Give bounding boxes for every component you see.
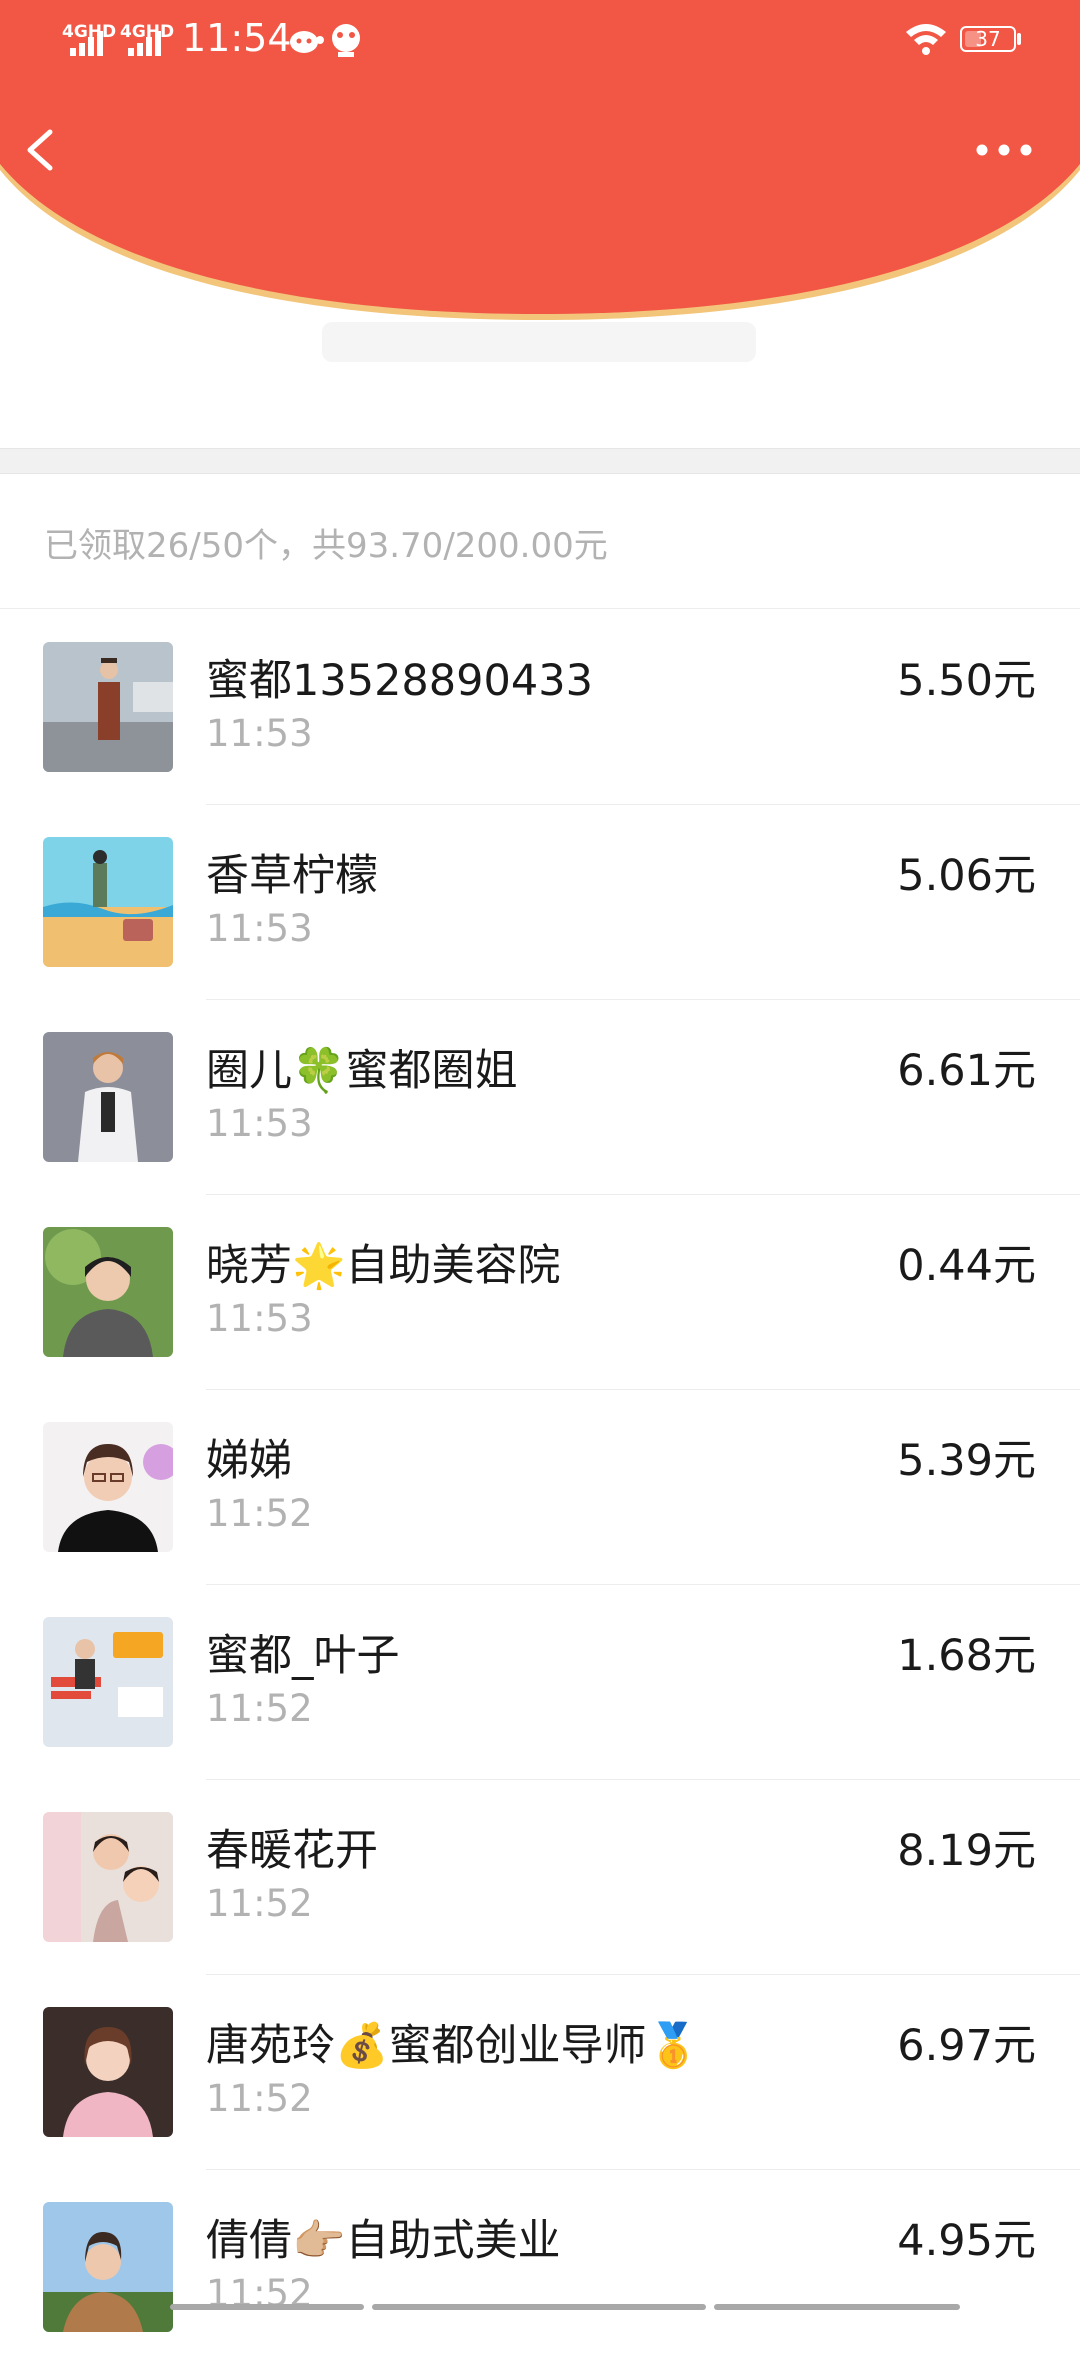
sender-info-placeholder (322, 322, 756, 362)
list-item[interactable]: 香草柠檬 11:53 5.06元 (0, 805, 1080, 1000)
received-amount: 5.39元 (897, 1436, 1036, 1486)
recipient-name: 香草柠檬 (206, 851, 378, 901)
notification-sticker-icon (332, 24, 360, 57)
avatar[interactable] (43, 1422, 173, 1552)
more-button[interactable] (972, 128, 1036, 172)
battery-icon: 37 (960, 26, 1016, 52)
back-button[interactable] (20, 120, 64, 180)
chevron-left-icon (27, 129, 53, 171)
recipient-list: 蜜都13528890433 11:53 5.50元 香草柠檬 11:53 5.0… (0, 610, 1080, 2365)
list-item[interactable]: 圈儿🍀蜜都圈姐 11:53 6.61元 (0, 1000, 1080, 1195)
avatar[interactable] (43, 1812, 173, 1942)
received-amount: 0.44元 (897, 1241, 1036, 1291)
recipient-name: 圈儿🍀蜜都圈姐 (206, 1046, 518, 1096)
received-summary: 已领取26/50个，共93.70/200.00元 (44, 526, 608, 566)
recipient-name: 蜜都_叶子 (206, 1631, 400, 1681)
home-indicator (714, 2304, 960, 2310)
received-amount: 8.19元 (897, 1826, 1036, 1876)
status-bar: 4GHD 4GHD 11:54 37 (0, 0, 1080, 80)
received-amount: 5.50元 (897, 656, 1036, 706)
list-item[interactable]: 晓芳🌟自助美容院 11:53 0.44元 (0, 1195, 1080, 1390)
received-time: 11:52 (206, 2077, 313, 2120)
recipient-name: 倩倩👉🏼自助式美业 (206, 2216, 561, 2266)
section-divider (0, 448, 1080, 474)
recipient-name: 春暖花开 (206, 1826, 378, 1876)
signal-icon (70, 31, 103, 56)
list-item[interactable]: 蜜都13528890433 11:53 5.50元 (0, 610, 1080, 805)
received-amount: 5.06元 (897, 851, 1036, 901)
signal-icon (128, 31, 161, 56)
home-indicator (372, 2304, 706, 2310)
home-indicator (170, 2304, 364, 2310)
recipient-name: 蜜都13528890433 (206, 656, 593, 706)
list-item[interactable]: 春暖花开 11:52 8.19元 (0, 1780, 1080, 1975)
divider (0, 608, 1080, 609)
avatar[interactable] (43, 642, 173, 772)
received-time: 11:53 (206, 1297, 313, 1340)
received-time: 11:53 (206, 907, 313, 950)
received-amount: 6.97元 (897, 2021, 1036, 2071)
avatar[interactable] (43, 1032, 173, 1162)
more-dots-icon (976, 144, 1032, 156)
avatar[interactable] (43, 1617, 173, 1747)
received-time: 11:52 (206, 1492, 313, 1535)
recipient-name: 娣娣 (206, 1436, 292, 1486)
list-item[interactable]: 倩倩👉🏼自助式美业 11:52 4.95元 (0, 2170, 1080, 2365)
avatar[interactable] (43, 2202, 173, 2332)
list-item[interactable]: 唐苑玲💰蜜都创业导师🥇 11:52 6.97元 (0, 1975, 1080, 2170)
received-time: 11:53 (206, 1102, 313, 1145)
received-time: 11:52 (206, 1687, 313, 1730)
list-item[interactable]: 娣娣 11:52 5.39元 (0, 1390, 1080, 1585)
received-amount: 4.95元 (897, 2216, 1036, 2266)
recipient-name: 晓芳🌟自助美容院 (206, 1241, 561, 1291)
notification-cow-icon (290, 31, 324, 53)
recipient-name: 唐苑玲💰蜜都创业导师🥇 (206, 2021, 701, 2071)
received-time: 11:53 (206, 712, 313, 755)
battery-level: 37 (975, 27, 1001, 51)
status-time: 11:54 (182, 16, 292, 60)
avatar[interactable] (43, 837, 173, 967)
list-item[interactable]: 蜜都_叶子 11:52 1.68元 (0, 1585, 1080, 1780)
received-time: 11:52 (206, 1882, 313, 1925)
wifi-icon (906, 24, 946, 55)
avatar[interactable] (43, 1227, 173, 1357)
received-amount: 1.68元 (897, 1631, 1036, 1681)
received-amount: 6.61元 (897, 1046, 1036, 1096)
avatar[interactable] (43, 2007, 173, 2137)
